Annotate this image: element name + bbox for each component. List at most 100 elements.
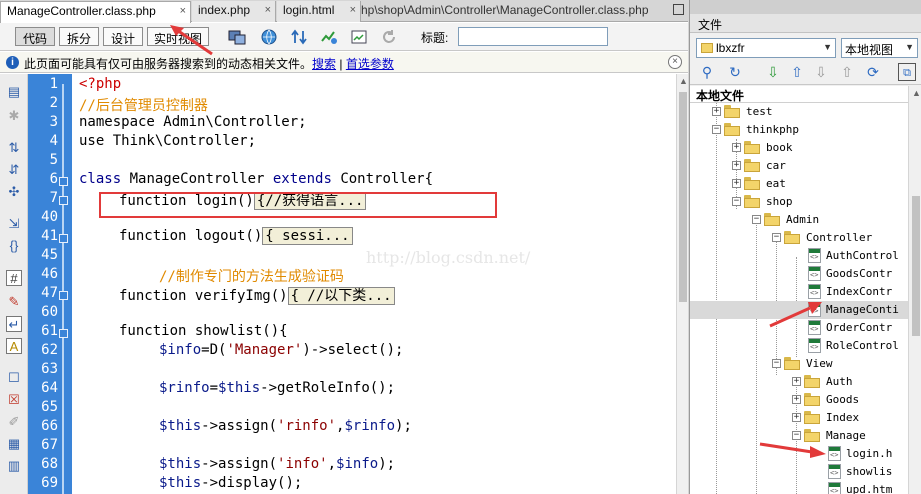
design-view-button[interactable]: 设计 <box>103 27 143 46</box>
move-css-icon[interactable]: ▥ <box>6 458 22 474</box>
tree-file-showlist-html[interactable]: showlis <box>690 463 908 481</box>
tree-folder-eat[interactable]: + eat <box>690 175 908 193</box>
file-transfer-icon[interactable] <box>290 28 308 46</box>
tree-folder-book[interactable]: + book <box>690 139 908 157</box>
visual-aids-icon[interactable] <box>350 28 368 46</box>
files-panel-header[interactable]: 文件 <box>690 14 921 33</box>
collapse-icon[interactable]: − <box>772 359 781 368</box>
tree-folder-shop[interactable]: − shop <box>690 193 908 211</box>
tree-file-goodscontroller[interactable]: GoodsContr <box>690 265 908 283</box>
collapsed-code-block[interactable]: { //以下类... <box>287 287 395 305</box>
check-in-icon[interactable]: ⇧ <box>838 63 856 81</box>
expand-icon[interactable]: + <box>732 161 741 170</box>
split-view-button[interactable]: 拆分 <box>59 27 99 46</box>
expand-icon[interactable]: + <box>792 395 801 404</box>
refresh-icon[interactable] <box>380 28 398 46</box>
scrollbar-thumb[interactable] <box>912 196 920 336</box>
live-view-button[interactable]: 实时视图 <box>147 27 209 46</box>
tab-close-icon[interactable]: × <box>265 4 271 16</box>
collapse-selection-icon[interactable]: ⇵ <box>6 162 22 178</box>
tree-folder-controller[interactable]: − Controller <box>690 229 908 247</box>
tree-file-managecontroller[interactable]: ManageConti <box>690 301 908 319</box>
open-documents-icon[interactable]: ▤ <box>6 84 22 100</box>
fold-toggle-icon[interactable] <box>59 291 68 300</box>
scroll-up-icon[interactable]: ▲ <box>912 88 921 98</box>
tree-folder-goods[interactable]: + Goods <box>690 391 908 409</box>
tree-folder-manage[interactable]: − Manage <box>690 427 908 445</box>
code-line: //后台管理员控制器 <box>79 98 208 114</box>
wrap-tag-icon[interactable]: ✐ <box>6 414 22 430</box>
tree-folder-thinkphp[interactable]: − thinkphp <box>690 121 908 139</box>
synchronize-icon[interactable]: ⟳ <box>864 63 882 81</box>
document-toolbar: 代码 拆分 设计 实时视图 标题: <box>0 23 688 51</box>
refresh-icon[interactable]: ↻ <box>726 63 744 81</box>
tree-file-login-html[interactable]: login.h <box>690 445 908 463</box>
connect-icon[interactable]: ⚲ <box>698 63 716 81</box>
code-area[interactable]: <?php //后台管理员控制器 namespace Admin\Control… <box>72 74 676 494</box>
tab-index[interactable]: index.php × <box>192 1 276 22</box>
tab-login[interactable]: login.html × <box>277 1 361 22</box>
collapse-tag-icon[interactable]: ⇅ <box>6 140 22 156</box>
word-wrap-icon[interactable]: ↵ <box>6 316 22 332</box>
tree-file-upd-html[interactable]: upd.htm <box>690 481 908 494</box>
close-icon[interactable]: × <box>668 55 682 69</box>
fold-toggle-icon[interactable] <box>59 234 68 243</box>
select-parent-tag-icon[interactable]: ⇲ <box>6 216 22 232</box>
debug-icon[interactable] <box>320 28 338 46</box>
collapse-icon[interactable]: − <box>792 431 801 440</box>
editor-scrollbar[interactable]: ▲ <box>676 74 688 494</box>
site-select[interactable]: lbxzfr ▼ <box>696 38 836 58</box>
expand-icon[interactable]: + <box>792 377 801 386</box>
get-files-icon[interactable]: ⇩ <box>764 63 782 81</box>
multiscreen-icon[interactable] <box>228 28 246 46</box>
tree-folder-admin[interactable]: − Admin <box>690 211 908 229</box>
tree-file-ordercontroller[interactable]: OrderContr <box>690 319 908 337</box>
collapse-icon[interactable]: − <box>772 233 781 242</box>
balance-braces-icon[interactable]: {} <box>6 238 22 254</box>
fold-toggle-icon[interactable] <box>59 177 68 186</box>
put-files-icon[interactable]: ⇧ <box>788 63 806 81</box>
recent-snippets-icon[interactable]: ▦ <box>6 436 22 452</box>
tree-file-rolecontroller[interactable]: RoleControl <box>690 337 908 355</box>
tree-folder-auth[interactable]: + Auth <box>690 373 908 391</box>
collapse-icon[interactable]: − <box>752 215 761 224</box>
fold-toggle-icon[interactable] <box>59 329 68 338</box>
expand-icon[interactable]: + <box>732 143 741 152</box>
fold-toggle-icon[interactable] <box>59 196 68 205</box>
view-select[interactable]: 本地视图 ▼ <box>841 38 918 58</box>
file-tree-scrollbar[interactable]: ▲ <box>908 86 921 494</box>
preferences-link[interactable]: 首选参数 <box>346 57 394 71</box>
tab-close-icon[interactable]: × <box>180 5 186 17</box>
apply-comment-icon[interactable]: ☐ <box>6 370 22 386</box>
show-code-navigator-icon[interactable]: ✱ <box>6 108 22 124</box>
tree-folder-car[interactable]: + car <box>690 157 908 175</box>
tree-file-authcontroller[interactable]: AuthControl <box>690 247 908 265</box>
scroll-up-icon[interactable]: ▲ <box>679 76 688 86</box>
remove-comment-icon[interactable]: ☒ <box>6 392 22 408</box>
expand-panel-icon[interactable]: ⧉ <box>898 63 916 81</box>
line-numbers-icon[interactable]: # <box>6 270 22 286</box>
check-out-icon[interactable]: ⇩ <box>812 63 830 81</box>
expand-icon[interactable]: + <box>712 107 721 116</box>
restore-window-icon[interactable] <box>673 4 684 15</box>
collapsed-code-block[interactable]: { sessi... <box>262 227 353 245</box>
highlight-invalid-code-icon[interactable]: ✎ <box>6 294 22 310</box>
tree-folder-view[interactable]: − View <box>690 355 908 373</box>
collapse-icon[interactable]: − <box>712 125 721 134</box>
expand-icon[interactable]: + <box>792 413 801 422</box>
tree-folder-index[interactable]: + Index <box>690 409 908 427</box>
collapse-icon[interactable]: − <box>732 197 741 206</box>
title-input[interactable] <box>458 27 608 46</box>
syntax-coloring-icon[interactable]: A <box>6 338 22 354</box>
scrollbar-thumb[interactable] <box>679 92 687 302</box>
code-view-button[interactable]: 代码 <box>15 27 55 46</box>
expand-all-icon[interactable]: ✣ <box>6 184 22 200</box>
tab-close-icon[interactable]: × <box>350 4 356 16</box>
globe-preview-icon[interactable] <box>260 28 278 46</box>
tree-file-indexcontroller[interactable]: IndexContr <box>690 283 908 301</box>
tree-folder-test[interactable]: + test <box>690 103 908 121</box>
tab-managecontroller[interactable]: ManageController.class.php × <box>0 1 191 23</box>
search-link[interactable]: 搜索 <box>312 57 336 71</box>
tree-item-label: car <box>766 159 786 172</box>
expand-icon[interactable]: + <box>732 179 741 188</box>
